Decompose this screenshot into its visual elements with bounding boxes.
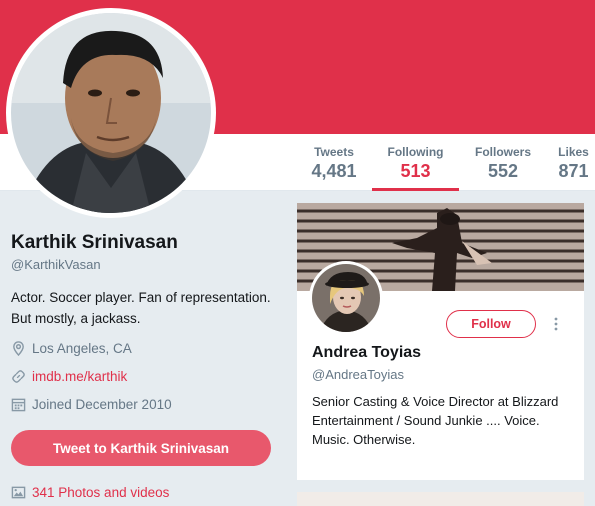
profile-website[interactable]: imdb.me/karthik [11, 369, 127, 384]
profile-avatar[interactable] [11, 13, 211, 213]
profile-bio: Actor. Soccer player. Fan of representat… [11, 290, 271, 326]
location-pin-icon [13, 341, 24, 356]
stat-followers-value: 552 [487, 161, 519, 181]
stat-likes-label: Likes [558, 145, 589, 159]
stat-tweets-value: 4,481 [311, 161, 357, 181]
follow-suggestion-card: Follow Andrea Toyias @AndreaToyias Senio… [297, 203, 584, 480]
card-avatar[interactable] [312, 264, 380, 332]
stat-tweets-label: Tweets [314, 145, 354, 159]
stat-followers-label: Followers [474, 145, 531, 159]
profile-joined: Joined December 2010 [11, 397, 172, 412]
photos-link[interactable]: 341 Photos and videos [11, 485, 169, 500]
stat-likes[interactable]: Likes 871 [552, 134, 595, 191]
calendar-icon [11, 398, 26, 412]
stat-following-label: Following [387, 145, 444, 159]
photos-link-text[interactable]: 341 Photos and videos [32, 485, 169, 500]
stat-following-value: 513 [400, 161, 431, 181]
profile-location: Los Angeles, CA [11, 341, 132, 356]
follow-button[interactable]: Follow [446, 310, 536, 338]
photo-icon [11, 486, 26, 499]
website-link[interactable]: imdb.me/karthik [32, 369, 127, 384]
profile-handle: @KarthikVasan [11, 257, 101, 272]
card-bio: Senior Casting & Voice Director at Blizz… [312, 394, 559, 447]
stat-tweets[interactable]: Tweets 4,481 [304, 134, 364, 191]
card-name[interactable]: Andrea Toyias [312, 344, 421, 362]
stat-following[interactable]: Following 513 [372, 134, 459, 191]
tweet-to-button[interactable]: Tweet to Karthik Srinivasan [11, 430, 271, 466]
card-handle: @AndreaToyias [312, 367, 404, 382]
more-vertical-icon[interactable] [551, 315, 561, 333]
link-icon [12, 370, 25, 383]
next-card-preview [297, 492, 584, 506]
profile-name: Karthik Srinivasan [11, 232, 178, 253]
stat-likes-value: 871 [558, 161, 589, 181]
location-text: Los Angeles, CA [32, 341, 132, 356]
stat-followers[interactable]: Followers 552 [468, 134, 538, 191]
joined-text: Joined December 2010 [32, 397, 172, 412]
